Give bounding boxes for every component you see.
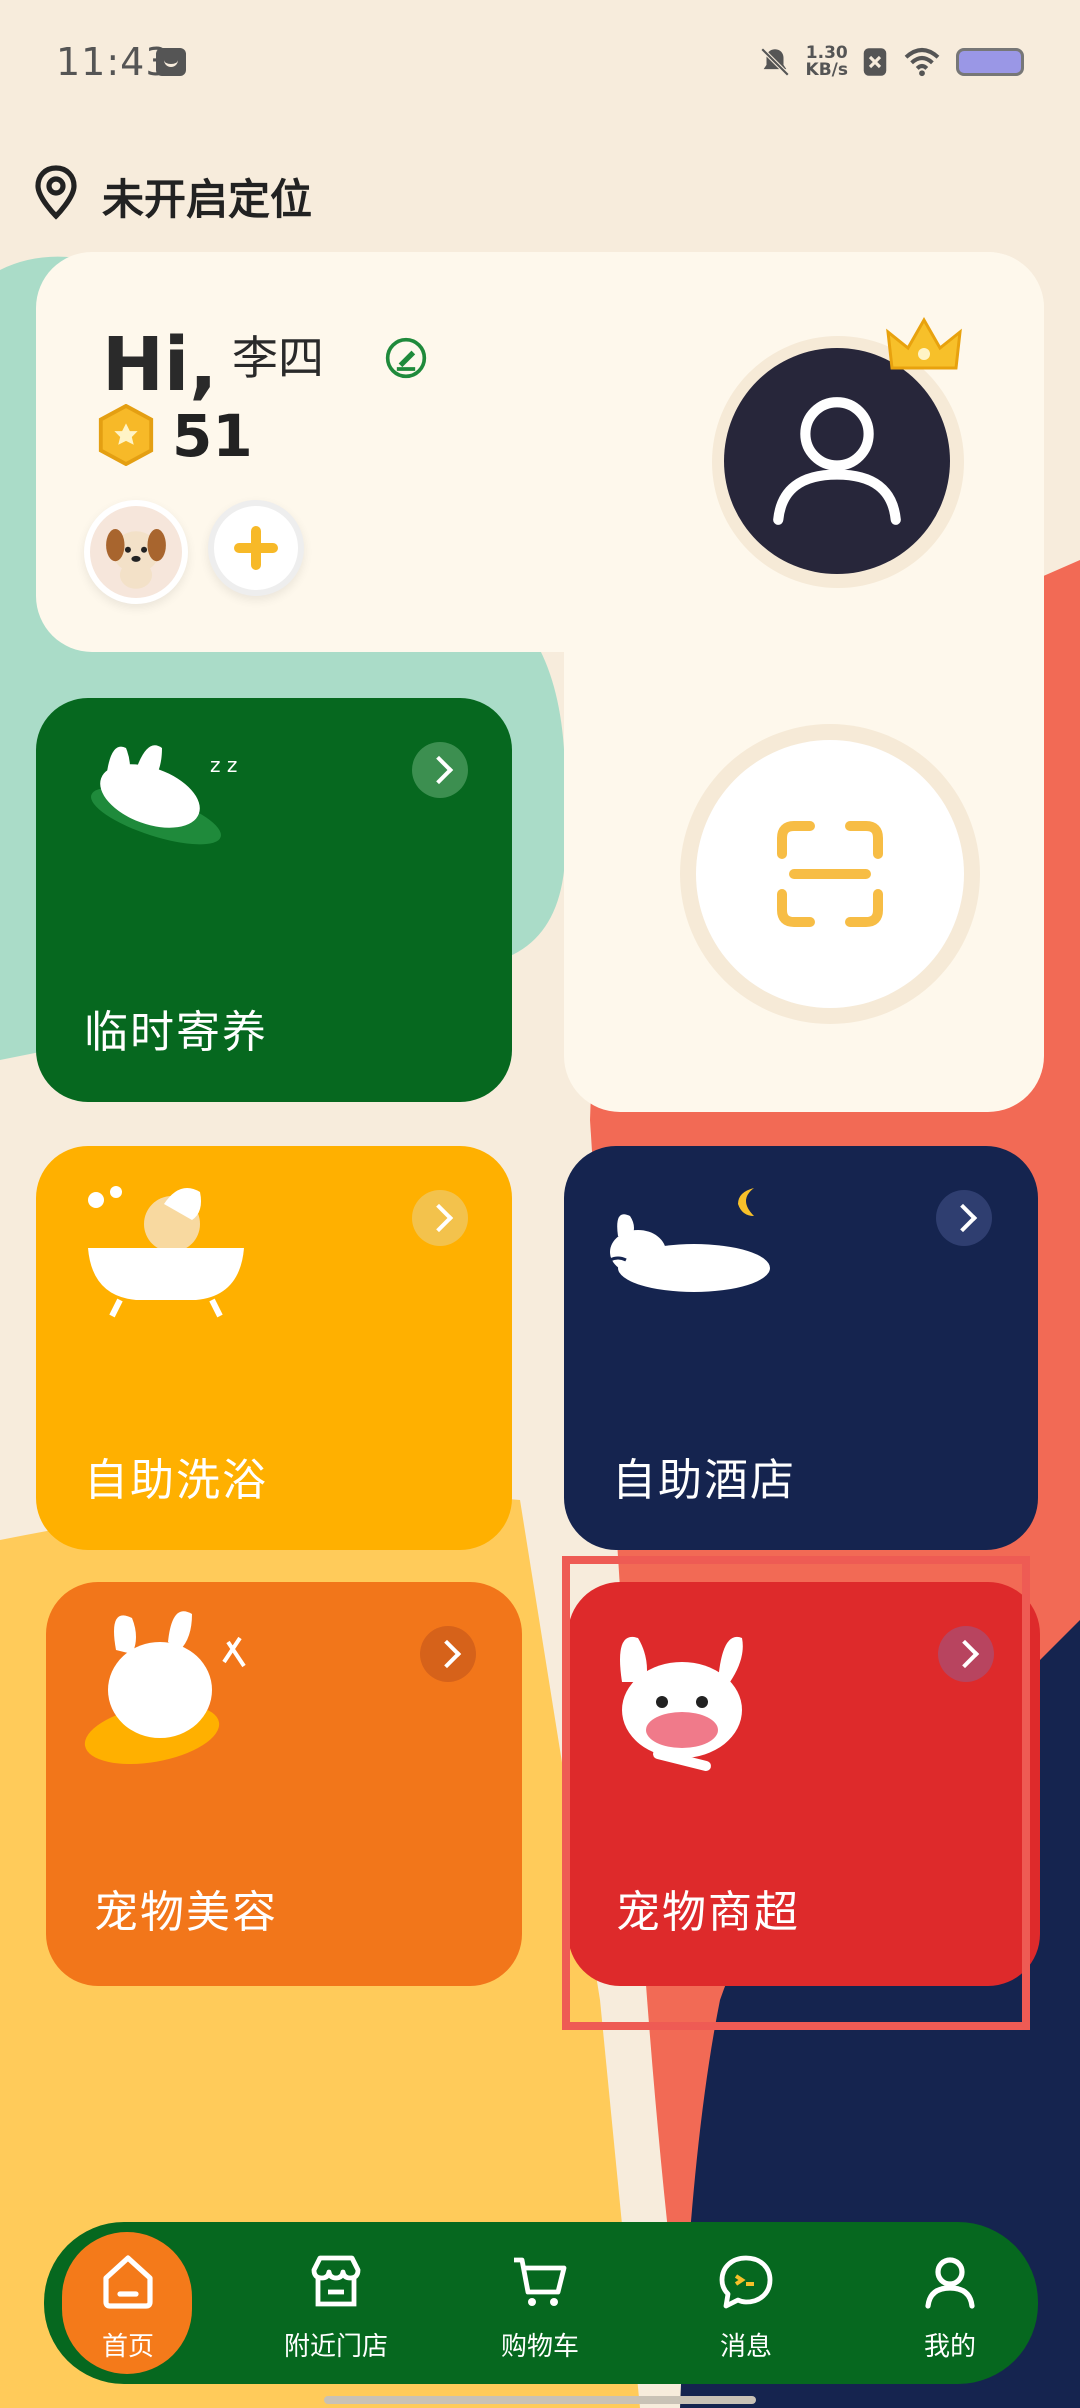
location-pin-icon[interactable]: [32, 164, 80, 220]
nav-item-stores[interactable]: 附近门店: [266, 2222, 406, 2384]
net-speed: 1.30 KB/s: [805, 43, 848, 80]
foster-arrow-icon[interactable]: [412, 742, 468, 798]
sim-off-icon: [863, 48, 887, 76]
nav-item-cart[interactable]: 购物车: [470, 2222, 610, 2384]
crown-icon: [886, 316, 962, 370]
selection-highlight: [562, 1556, 1030, 2030]
service-label-hotel: 自助酒店: [612, 1455, 796, 1506]
nav-label-stores: 附近门店: [283, 2332, 388, 2362]
coin-icon: [98, 404, 154, 466]
profile-icon: [925, 2257, 975, 2309]
user-avatar[interactable]: [724, 348, 950, 574]
add-pet-button[interactable]: [208, 500, 304, 596]
nav-item-messages[interactable]: 消息: [676, 2222, 816, 2384]
bath-arrow-icon[interactable]: [412, 1190, 468, 1246]
grooming-arrow-icon[interactable]: [420, 1626, 476, 1682]
nav-item-mine[interactable]: 我的: [880, 2222, 1020, 2384]
message-icon: [719, 2255, 773, 2309]
service-card-hotel[interactable]: 自助酒店: [564, 1146, 1038, 1550]
service-label-bath: 自助洗浴: [84, 1455, 268, 1506]
home-indicator[interactable]: [324, 2396, 756, 2404]
service-card-bath[interactable]: 自助洗浴: [36, 1146, 512, 1550]
store-icon: [311, 2255, 361, 2307]
edit-icon[interactable]: [384, 336, 428, 380]
nav-label-cart: 购物车: [500, 2332, 579, 2362]
user-name: 李四: [232, 331, 324, 385]
wifi-icon: [904, 48, 940, 77]
cart-icon: [514, 2257, 567, 2306]
service-label-grooming: 宠物美容: [94, 1887, 278, 1938]
location-status[interactable]: 未开启定位: [102, 166, 312, 227]
sleeping-dog-illustration: z z: [91, 745, 237, 845]
user-icon: [773, 397, 901, 525]
service-card-foster[interactable]: z z 临时寄养: [36, 698, 512, 1102]
mute-bell-icon: [760, 47, 789, 77]
dog-avatar-icon: [106, 529, 166, 589]
dog-in-bathtub-illustration: [88, 1186, 244, 1318]
home-icon: [103, 2255, 153, 2309]
service-label-foster: 临时寄养: [84, 1007, 268, 1058]
nav-item-home[interactable]: 首页: [58, 2222, 198, 2384]
scan-icon[interactable]: [774, 818, 886, 930]
notification-message-icon: [156, 48, 186, 76]
nav-label-mine: 我的: [923, 2332, 976, 2362]
status-time: 11:43: [56, 40, 171, 84]
pet-avatar[interactable]: [84, 500, 188, 604]
dog-grooming-illustration: [84, 1611, 246, 1764]
nav-label-home: 首页: [101, 2332, 154, 2362]
dog-sleeping-moon-illustration: [609, 1188, 770, 1292]
hotel-arrow-icon[interactable]: [936, 1190, 992, 1246]
service-card-grooming[interactable]: 宠物美容: [46, 1582, 522, 1986]
status-right: 1.30 KB/s: [758, 42, 1024, 82]
greeting: Hi,: [102, 322, 218, 408]
nav-label-messages: 消息: [719, 2332, 772, 2362]
points-value: 51: [172, 402, 253, 470]
bottom-nav: 首页 附近门店 购物车 消息 我的: [44, 2222, 1038, 2384]
battery-icon: [956, 48, 1024, 76]
svg-text:z z: z z: [210, 753, 237, 777]
